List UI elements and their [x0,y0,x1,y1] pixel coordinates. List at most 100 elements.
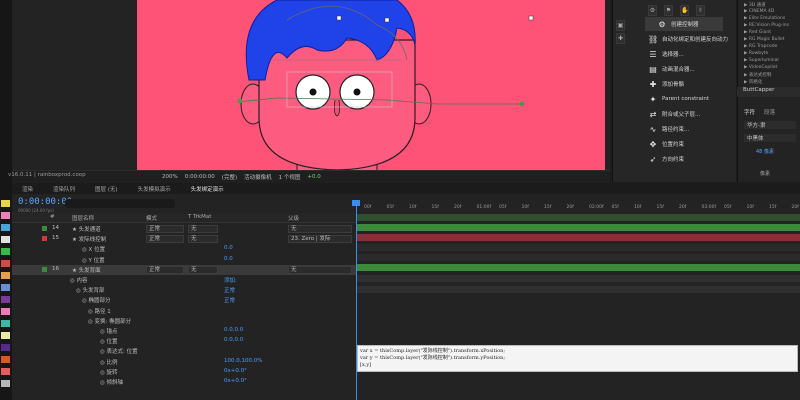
plugin-tool-button[interactable]: ⚑ [664,5,673,16]
effects-category[interactable]: ▶ Elite Emulations [744,16,785,21]
plugin-action-3[interactable]: ▤ 动画混合器... [612,62,736,76]
exposure-value[interactable]: +0.0 [307,174,320,180]
effects-category[interactable]: ▶ VideoCopilot [744,65,777,70]
layer-name[interactable]: ★ 头发背面 [72,266,101,274]
effects-category[interactable]: ▶ 3D 通道 [744,2,766,8]
layer-row[interactable]: 14 ★ 头发通道 正常无无 [12,224,356,234]
property-value[interactable]: 0.0,0.0 [224,337,243,343]
property-row[interactable]: ◎ 倾斜轴 0x+0.0° [12,377,356,387]
label-color-swatch[interactable] [1,380,10,387]
label-color-swatch[interactable] [1,200,10,207]
label-color-swatch[interactable] [1,212,10,219]
views-select[interactable]: 1 个视图 [279,173,301,181]
parent-select[interactable]: 无 [288,225,352,233]
timeline-tab[interactable]: 头发模拟演示 [128,185,181,193]
layer-duration-bar[interactable] [357,224,800,231]
property-value[interactable]: 0x+0.0° [224,368,247,374]
parent-select[interactable]: 23. Zero | 发际 [288,235,352,244]
layer-duration-bar[interactable] [357,234,800,241]
property-row[interactable]: ◎ 旋转 0x+0.0° [12,367,356,377]
effects-category[interactable]: ▶ RE:Vision Plug-ins [744,23,789,28]
time-ruler[interactable] [356,197,800,213]
label-color-swatch[interactable] [1,248,10,255]
layer-duration-bar[interactable] [357,286,800,293]
label-color-swatch[interactable] [1,332,10,339]
plugin-action-4[interactable]: ✚ 添加骨骼 [612,77,736,91]
label-color-swatch[interactable] [1,356,10,363]
plugin-action-0[interactable]: ⚙ 创建控制器 [645,17,723,31]
label-color-swatch[interactable] [1,260,10,267]
label-color-swatch[interactable] [1,296,10,303]
blend-mode-select[interactable]: 正常 [146,225,184,233]
plugin-side-button[interactable]: ▣ [616,20,625,31]
expression-editor[interactable]: var x = thisComp.layer("发际线控制").transfor… [357,345,798,372]
plugin-action-1[interactable]: ⛓ 自动化绑定和创建反向动力 [612,32,736,46]
layer-color-label[interactable] [42,236,47,242]
char-tab[interactable]: 字符 [744,108,755,116]
plugin-tool-button[interactable]: ✋ [680,5,689,16]
property-row[interactable]: ◎ 位置 0.0,0.0 [12,336,356,346]
effects-category[interactable]: ▶ CINEMA 4D [744,9,774,14]
property-row[interactable]: ◎ 内容 添加: [12,275,356,285]
composition-canvas[interactable] [137,0,605,170]
layer-name[interactable]: ★ 头发通道 [72,225,101,233]
property-value[interactable]: 0.0 [224,256,233,262]
label-color-swatch[interactable] [1,320,10,327]
property-value[interactable]: 正常 [224,286,235,294]
resolution-select[interactable]: (完整) [222,173,237,181]
plugin-action-6[interactable]: ⇄ 附合或父子层... [612,107,736,121]
effects-category[interactable]: ▶ 表达式控制 [744,72,771,78]
effects-category[interactable]: ▶ Superluminal [744,58,779,63]
property-row[interactable]: ◎ 锚点 0.0,0.0 [12,326,356,336]
plugin-action-9[interactable]: ➶ 方向约束 [612,152,736,166]
font-style-select[interactable]: 中黑体 [744,134,796,142]
effects-category[interactable]: ▶ Rowbyte [744,51,768,56]
parent-select[interactable]: 无 [288,265,352,274]
plugin-action-8[interactable]: ✥ 位置约束 [612,137,736,151]
plugin-action-7[interactable]: ∿ 路径约束... [612,122,736,136]
layer-duration-bar[interactable] [357,264,800,271]
viewer-timecode[interactable]: 0:00:00:00 [185,174,215,180]
trackmatte-select[interactable]: 无 [188,225,218,233]
label-color-swatch[interactable] [1,236,10,243]
label-color-swatch[interactable] [1,284,10,291]
layer-duration-bar[interactable] [357,244,800,251]
current-time-handle[interactable] [352,200,360,206]
property-value[interactable]: 0.0 [224,245,233,251]
label-color-swatch[interactable] [1,368,10,375]
zoom-level[interactable]: 200% [162,174,178,180]
plugin-action-5[interactable]: ✦ Parent constraint [612,92,736,106]
property-row[interactable]: ◎ Y 位置 0.0 [12,255,356,265]
effects-category[interactable]: ▶ 风格化 [744,79,762,85]
label-color-swatch[interactable] [1,308,10,315]
property-row[interactable]: ◎ 路径 1 [12,306,356,316]
layer-color-label[interactable] [42,266,47,272]
plugin-tool-button[interactable]: ✌ [696,5,705,16]
trackmatte-select[interactable]: 无 [188,265,218,274]
property-row[interactable]: ◎ 头发背部 正常 [12,285,356,295]
timeline-search-input[interactable] [65,199,175,208]
paragraph-tab[interactable]: 段落 [764,108,775,116]
plugin-tool-button[interactable]: ⚙ [648,5,657,16]
layer-color-label[interactable] [42,226,47,231]
camera-select[interactable]: 活动摄像机 [244,173,272,181]
layer-row[interactable]: 15 ★ 发际线控制 正常无 23. Zero | 发际 [12,234,356,244]
trackmatte-select[interactable]: 无 [188,235,218,244]
effects-category[interactable]: ▶ Red Giant [744,30,771,35]
blend-mode-select[interactable]: 正常 [146,265,184,274]
timeline-tab[interactable]: 头发绑定演示 [181,185,234,193]
label-color-swatch[interactable] [1,224,10,231]
plugin-action-2[interactable]: ☰ 选择器... [612,47,736,61]
timeline-tab[interactable]: 图层 (无) [85,185,128,193]
effects-category[interactable]: ▶ RG Magic Bullet [744,37,785,42]
property-row[interactable]: ◎ 变换: 椭圆部分 [12,316,356,326]
layer-duration-bar[interactable] [357,254,800,261]
blend-mode-select[interactable]: 正常 [146,235,184,244]
label-color-swatch[interactable] [1,272,10,279]
effects-category[interactable]: ▶ RG Trapcode [744,44,777,49]
font-select[interactable]: 华方-隶 [744,121,796,129]
property-value[interactable]: 0.0,0.0 [224,327,243,333]
layer-duration-bar[interactable] [357,275,800,282]
property-row[interactable]: ◎ 椭圆部分 正常 [12,295,356,305]
timeline-tab[interactable]: 渲染队列 [43,185,85,193]
